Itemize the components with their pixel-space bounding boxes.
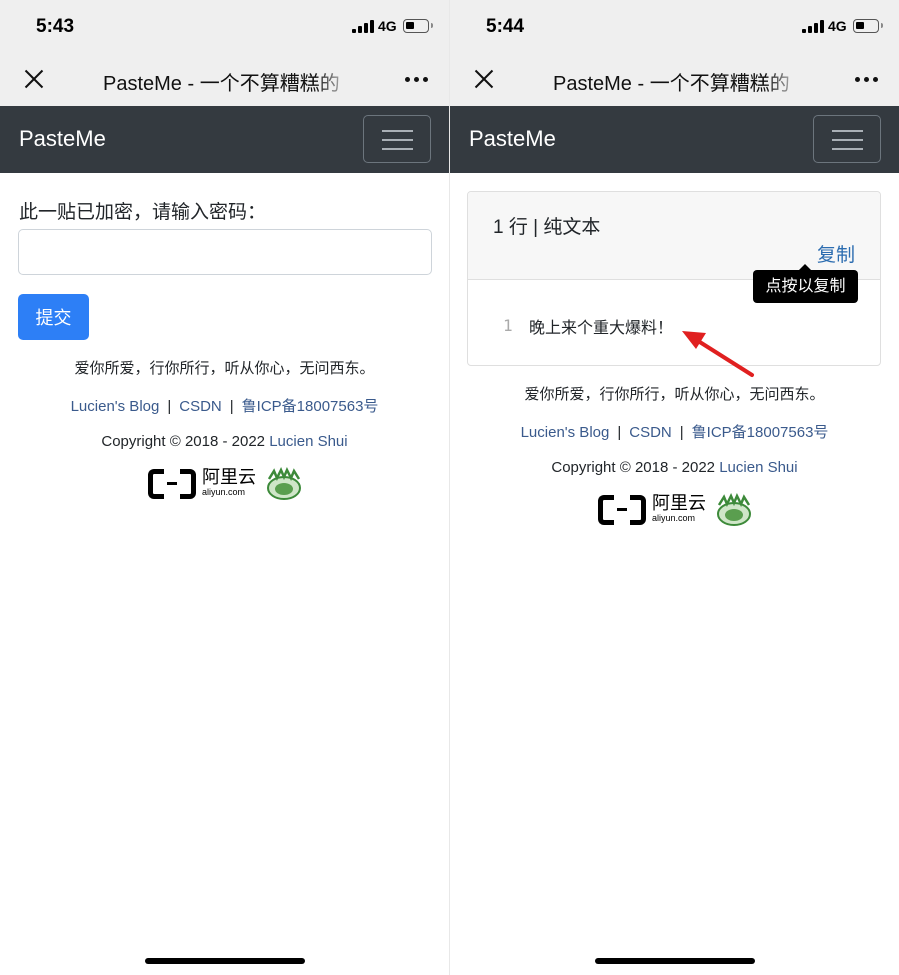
link-separator: | — [617, 424, 622, 441]
menu-icon[interactable] — [813, 115, 881, 163]
blog-link[interactable]: Lucien's Blog — [71, 398, 160, 415]
copy-button[interactable]: 复制 — [817, 240, 855, 267]
copyright: Copyright © 2018 - 2022 Lucien Shui — [450, 459, 899, 479]
beian-badge-icon[interactable] — [265, 467, 303, 501]
copy-tooltip: 点按以复制 — [753, 264, 858, 303]
more-icon[interactable] — [855, 77, 879, 83]
signal-icon — [352, 20, 374, 33]
footer-logos: 阿里云 aliyun.com — [0, 467, 449, 503]
password-input[interactable] — [18, 229, 432, 275]
home-indicator — [595, 958, 755, 964]
footer-logos: 阿里云 aliyun.com — [450, 493, 899, 529]
battery-icon — [403, 19, 433, 33]
footer: 爱你所爱，行你所行，听从你心，无问西东。 Lucien's Blog | CSDN |… — [450, 383, 899, 529]
page-title: PasteMe - 一个不算糟糕的 — [553, 73, 790, 95]
csdn-link[interactable]: CSDN — [629, 424, 672, 441]
close-icon[interactable] — [24, 69, 44, 89]
footer-links: Lucien's Blog | CSDN | 鲁ICP备18007563号 — [450, 421, 899, 441]
blog-link[interactable]: Lucien's Blog — [521, 424, 610, 441]
link-separator: | — [679, 424, 684, 441]
wechat-top-bar: PasteMe - 一个不算糟糕的 — [0, 54, 449, 106]
password-prompt: 此一贴已加密，请输入密码： — [19, 202, 267, 223]
wechat-top-bar: PasteMe - 一个不算糟糕的 — [450, 54, 899, 106]
page-title: PasteMe - 一个不算糟糕的 — [103, 73, 340, 95]
status-time: 5:44 — [486, 16, 525, 37]
navbar: PasteMe — [0, 106, 449, 173]
beian-badge-icon[interactable] — [715, 493, 753, 527]
submit-button[interactable]: 提交 — [18, 294, 89, 340]
paste-meta: 1 行 | 纯文本 — [493, 217, 601, 238]
footer-slogan: 爱你所爱，行你所行，听从你心，无问西东。 — [524, 386, 825, 403]
home-indicator — [145, 958, 305, 964]
close-icon[interactable] — [474, 69, 494, 89]
left-phone-screen: 5:43 4G PasteMe - 一个不算糟糕的 PasteMe 此一贴已加密… — [0, 0, 449, 975]
icp-link[interactable]: 鲁ICP备18007563号 — [242, 398, 379, 415]
more-icon[interactable] — [405, 77, 429, 83]
author-link[interactable]: Lucien Shui — [719, 459, 797, 476]
battery-icon — [853, 19, 883, 33]
status-time: 5:43 — [36, 16, 75, 37]
line-number: 1 — [503, 316, 513, 335]
aliyun-logo[interactable] — [148, 469, 196, 499]
copyright: Copyright © 2018 - 2022 Lucien Shui — [0, 433, 449, 453]
aliyun-logo-text: 阿里云 aliyun.com — [202, 467, 256, 497]
status-bar: 5:43 4G — [0, 0, 449, 54]
author-link[interactable]: Lucien Shui — [269, 433, 347, 450]
link-separator: | — [229, 398, 234, 415]
signal-icon — [802, 20, 824, 33]
icp-link[interactable]: 鲁ICP备18007563号 — [692, 424, 829, 441]
network-label: 4G — [828, 18, 847, 34]
navbar-brand[interactable]: PasteMe — [469, 126, 556, 152]
right-phone-screen: 5:44 4G PasteMe - 一个不算糟糕的 PasteMe 1 行 | … — [450, 0, 899, 975]
copyright-text: Copyright © 2018 - 2022 — [551, 459, 716, 476]
copyright-text: Copyright © 2018 - 2022 — [101, 433, 266, 450]
navbar: PasteMe — [450, 106, 899, 173]
menu-icon[interactable] — [363, 115, 431, 163]
footer: 爱你所爱，行你所行，听从你心，无问西东。 Lucien's Blog | CSDN |… — [0, 357, 449, 503]
network-label: 4G — [378, 18, 397, 34]
paste-card: 1 行 | 纯文本 复制 点按以复制 1 晚上来个重大爆料！ — [467, 191, 881, 366]
status-bar: 5:44 4G — [450, 0, 899, 54]
link-separator: | — [167, 398, 172, 415]
aliyun-logo-text: 阿里云 aliyun.com — [652, 493, 706, 523]
paste-card-header: 1 行 | 纯文本 复制 — [468, 192, 880, 280]
footer-links: Lucien's Blog | CSDN | 鲁ICP备18007563号 — [0, 395, 449, 415]
navbar-brand[interactable]: PasteMe — [19, 126, 106, 152]
aliyun-logo[interactable] — [598, 495, 646, 525]
code-line[interactable]: 晚上来个重大爆料！ — [529, 314, 673, 338]
csdn-link[interactable]: CSDN — [179, 398, 222, 415]
footer-slogan: 爱你所爱，行你所行，听从你心，无问西东。 — [74, 360, 375, 377]
